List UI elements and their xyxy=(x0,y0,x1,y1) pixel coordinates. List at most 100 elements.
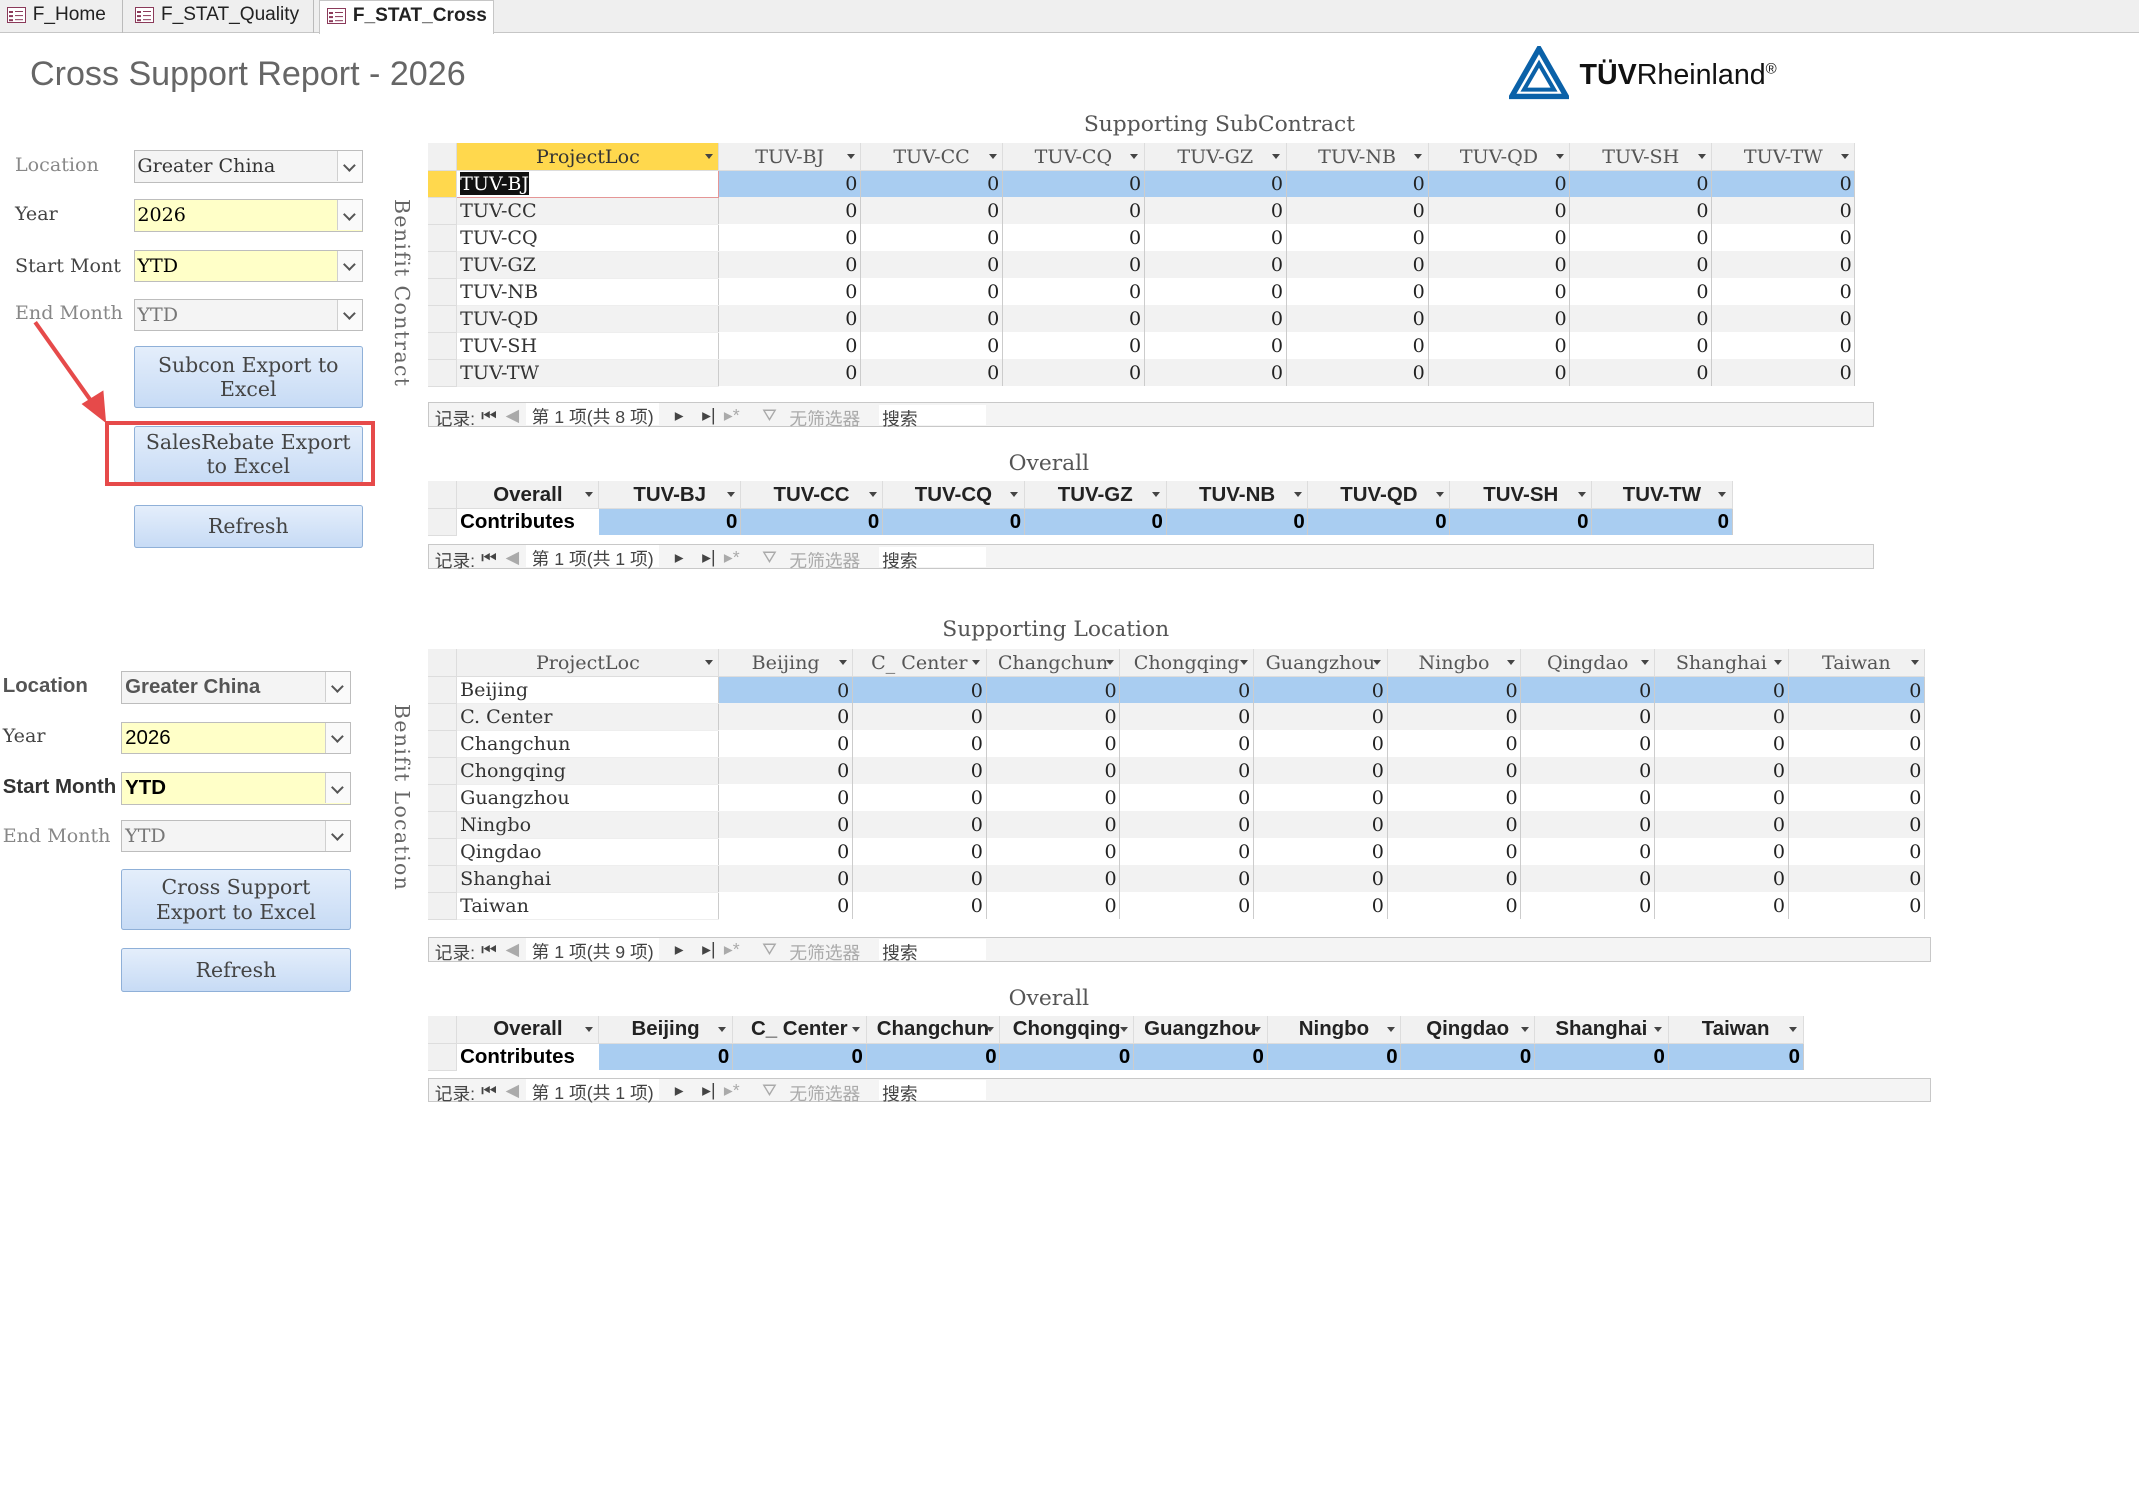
value-cell[interactable]: 0 xyxy=(718,838,853,866)
row-selector[interactable] xyxy=(428,170,458,198)
value-cell[interactable]: 0 xyxy=(740,508,883,536)
value-cell[interactable]: 0 xyxy=(1449,508,1593,536)
row-selector[interactable] xyxy=(428,224,458,252)
value-cell[interactable]: 0 xyxy=(1253,784,1388,812)
value-cell[interactable]: 0 xyxy=(1119,730,1254,758)
chevron-down-icon[interactable] xyxy=(1294,492,1303,497)
column-header[interactable]: C_ Center xyxy=(852,649,987,677)
column-header[interactable]: TUV-CQ xyxy=(1002,143,1145,171)
row-selector[interactable] xyxy=(428,757,458,785)
column-header[interactable]: TUV-GZ xyxy=(1024,481,1167,509)
table-row[interactable]: TUV-BJ 0 0 0 0 0 0 0 0 xyxy=(428,169,1856,198)
value-cell[interactable]: 0 xyxy=(718,251,862,279)
end-month-combo-2[interactable]: YTD xyxy=(121,819,351,853)
value-cell[interactable]: 0 xyxy=(1654,838,1789,866)
value-cell[interactable]: 0 xyxy=(860,359,1003,387)
filter-icon[interactable]: ⛛ xyxy=(762,1080,777,1101)
value-cell[interactable]: 0 xyxy=(1788,838,1926,866)
value-cell[interactable]: 0 xyxy=(999,1043,1134,1071)
chevron-down-icon[interactable] xyxy=(1373,660,1382,665)
value-cell[interactable]: 0 xyxy=(1002,305,1145,333)
value-cell[interactable]: 0 xyxy=(718,730,853,758)
value-cell[interactable]: 0 xyxy=(1002,359,1145,387)
value-cell[interactable]: 0 xyxy=(718,703,853,731)
value-cell[interactable]: 0 xyxy=(1654,784,1789,812)
value-cell[interactable]: 0 xyxy=(718,865,853,893)
chevron-down-icon[interactable] xyxy=(704,154,713,159)
value-cell[interactable]: 0 xyxy=(852,892,987,920)
value-cell[interactable]: 0 xyxy=(866,1043,1001,1071)
chevron-down-icon[interactable] xyxy=(1520,1027,1529,1032)
value-cell[interactable]: 0 xyxy=(986,784,1121,812)
search-box[interactable]: 搜索 xyxy=(879,1079,986,1104)
tab-f-stat-cross[interactable]: F_STAT_Cross xyxy=(319,0,494,35)
value-cell[interactable]: 0 xyxy=(1788,865,1926,893)
value-cell[interactable]: 0 xyxy=(1002,224,1145,252)
last-record-icon[interactable]: ▸| xyxy=(702,1080,716,1101)
chevron-down-icon[interactable] xyxy=(1105,660,1114,665)
location-combo-2[interactable]: Greater China xyxy=(121,671,351,704)
new-record-icon[interactable]: ▸* xyxy=(724,939,740,960)
table-row[interactable]: C. Center 0 0 0 0 0 0 0 0 0 xyxy=(428,703,1926,731)
column-header[interactable]: Taiwan xyxy=(1668,1016,1804,1044)
value-cell[interactable]: 0 xyxy=(1002,251,1145,279)
row-label-cell[interactable]: Guangzhou xyxy=(456,784,720,812)
cross-support-export-button[interactable]: Cross Support Export to Excel xyxy=(121,868,351,931)
table-row[interactable]: Ningbo 0 0 0 0 0 0 0 0 0 xyxy=(428,811,1926,839)
row-label-cell[interactable]: Beijing xyxy=(456,676,720,704)
value-cell[interactable]: 0 xyxy=(1267,1043,1402,1071)
chevron-down-icon[interactable] xyxy=(1654,1027,1663,1032)
table-row[interactable]: TUV-GZ 0 0 0 0 0 0 0 0 xyxy=(428,251,1856,279)
table-row[interactable]: Contributes 0 0 0 0 0 0 0 0 0 xyxy=(428,1043,1804,1071)
value-cell[interactable]: 0 xyxy=(1788,676,1926,704)
value-cell[interactable]: 0 xyxy=(986,757,1121,785)
table-row[interactable]: TUV-NB 0 0 0 0 0 0 0 0 xyxy=(428,278,1856,306)
column-header[interactable]: Changchun xyxy=(866,1016,1001,1044)
value-cell[interactable]: 0 xyxy=(1024,508,1167,536)
value-cell[interactable]: 0 xyxy=(1569,332,1713,360)
column-header[interactable]: TUV-BJ xyxy=(598,481,742,509)
no-filter-label[interactable]: 无筛选器 xyxy=(789,1080,860,1106)
prev-record-icon[interactable]: ◀ xyxy=(506,1080,520,1101)
column-header[interactable]: Chongqing xyxy=(1119,649,1254,677)
value-cell[interactable]: 0 xyxy=(1400,1043,1535,1071)
chevron-down-icon[interactable] xyxy=(1119,1027,1128,1032)
row-selector[interactable] xyxy=(428,838,458,866)
column-header[interactable]: TUV-TW xyxy=(1711,143,1856,171)
value-cell[interactable]: 0 xyxy=(986,892,1121,920)
value-cell[interactable]: 0 xyxy=(1520,784,1655,812)
table-row[interactable]: TUV-CC 0 0 0 0 0 0 0 0 xyxy=(428,197,1856,225)
table-row[interactable]: TUV-QD 0 0 0 0 0 0 0 0 xyxy=(428,305,1856,333)
value-cell[interactable]: 0 xyxy=(1788,730,1926,758)
tab-f-stat-quality[interactable]: F_STAT_Quality xyxy=(128,0,314,33)
select-all-cell[interactable] xyxy=(428,481,458,509)
value-cell[interactable]: 0 xyxy=(1428,278,1571,306)
value-cell[interactable]: 0 xyxy=(882,508,1025,536)
column-header[interactable]: TUV-BJ xyxy=(718,143,862,171)
no-filter-label[interactable]: 无筛选器 xyxy=(789,405,860,431)
chevron-down-icon[interactable] xyxy=(1577,492,1586,497)
table-row[interactable]: Contributes 0 0 0 0 0 0 0 0 xyxy=(428,508,1733,536)
row-label-cell[interactable]: TUV-GZ xyxy=(456,251,720,279)
value-cell[interactable]: 0 xyxy=(1569,359,1713,387)
chevron-down-icon[interactable] xyxy=(1640,660,1649,665)
row-label-cell[interactable]: TUV-CC xyxy=(456,197,720,225)
column-header[interactable]: TUV-QD xyxy=(1307,481,1451,509)
subcontract-datasheet[interactable]: ProjectLoc TUV-BJ TUV-CC TUV-CQ TUV-GZ T… xyxy=(428,143,1856,387)
column-header[interactable]: C_ Center xyxy=(732,1016,867,1044)
value-cell[interactable]: 0 xyxy=(1002,332,1145,360)
value-cell[interactable]: 0 xyxy=(1569,197,1713,225)
value-cell[interactable]: 0 xyxy=(852,757,987,785)
value-cell[interactable]: 0 xyxy=(1387,892,1522,920)
value-cell[interactable]: 0 xyxy=(1711,197,1856,225)
value-cell[interactable]: 0 xyxy=(1534,1043,1669,1071)
value-cell[interactable]: 0 xyxy=(1711,332,1856,360)
row-selector[interactable] xyxy=(428,1043,458,1071)
value-cell[interactable]: 0 xyxy=(1144,332,1287,360)
first-record-icon[interactable]: ⏮ xyxy=(481,547,497,568)
first-record-icon[interactable]: ⏮ xyxy=(481,939,497,960)
chevron-down-icon[interactable] xyxy=(868,492,877,497)
filter-icon[interactable]: ⛛ xyxy=(762,547,777,568)
value-cell[interactable]: 0 xyxy=(852,703,987,731)
value-cell[interactable]: 0 xyxy=(1520,757,1655,785)
